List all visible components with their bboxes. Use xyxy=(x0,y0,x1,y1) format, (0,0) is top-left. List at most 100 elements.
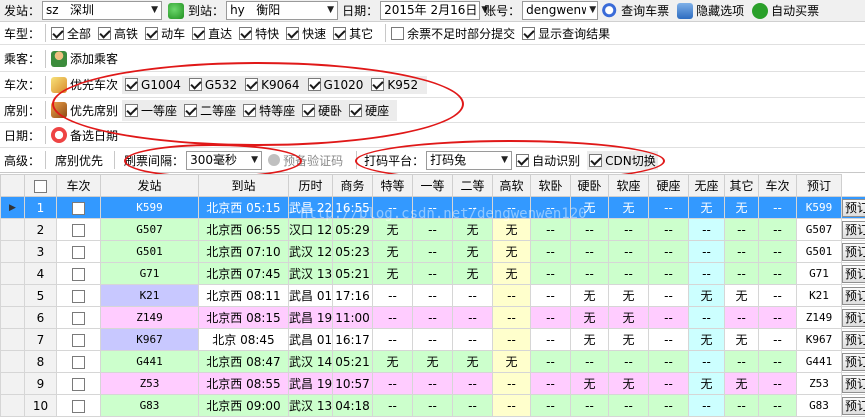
book-button[interactable]: 预订 xyxy=(842,264,865,283)
priority-train-checkbox[interactable]: K9064 xyxy=(245,78,300,92)
row-select[interactable] xyxy=(56,262,101,285)
table-row[interactable]: 7K967北京 08:45武昌 01:0216:17----------无无--… xyxy=(0,328,865,351)
checkbox[interactable] xyxy=(307,78,321,91)
priority-seat-checkbox[interactable]: 特等座 xyxy=(243,102,295,119)
checkbox[interactable] xyxy=(72,355,85,369)
book-button[interactable]: 预订 xyxy=(842,374,865,393)
table-row[interactable]: 10G83北京西 09:00武汉 13:1804:18-------------… xyxy=(0,394,865,417)
priority-train-checkbox[interactable]: G532 xyxy=(188,78,237,92)
checkbox[interactable] xyxy=(72,333,85,347)
table-row[interactable]: ▶1K599北京西 05:15武昌 22:1016:55----------无无… xyxy=(0,196,865,219)
auto-recognize-checkbox[interactable]: 自动识别 xyxy=(516,152,580,169)
checkbox[interactable] xyxy=(51,26,65,40)
column-header[interactable]: 预订 xyxy=(796,174,842,197)
book-cell[interactable]: 预订 xyxy=(841,262,865,285)
hide-options-button[interactable]: 隐藏选项 xyxy=(677,2,744,19)
train-type-checkbox[interactable]: 动车 xyxy=(145,25,185,42)
chevron-down-icon[interactable]: ▼ xyxy=(327,2,334,19)
column-header[interactable]: 到站 xyxy=(198,174,289,197)
column-header[interactable]: 特等 xyxy=(372,174,413,197)
priority-seat-checkbox[interactable]: 二等座 xyxy=(184,102,236,119)
priority-seat-checkbox[interactable]: 硬座 xyxy=(349,102,389,119)
column-header[interactable]: 商务 xyxy=(332,174,373,197)
chevron-down-icon[interactable]: ▼ xyxy=(589,2,596,19)
checkbox[interactable] xyxy=(72,201,85,215)
column-header[interactable]: 软座 xyxy=(608,174,649,197)
checkbox[interactable] xyxy=(349,103,363,117)
checkbox[interactable] xyxy=(243,103,257,117)
captcha-button[interactable]: 预备验证码 xyxy=(268,152,343,169)
checkbox[interactable] xyxy=(184,103,198,117)
priority-train-checkbox[interactable]: G1004 xyxy=(125,78,181,92)
book-button[interactable]: 预订 xyxy=(842,286,865,305)
checkbox[interactable] xyxy=(34,179,47,193)
checkbox[interactable] xyxy=(188,78,202,91)
book-button[interactable]: 预订 xyxy=(842,396,865,415)
train-type-checkbox[interactable]: 高铁 xyxy=(98,25,138,42)
checkbox[interactable] xyxy=(371,78,385,91)
priority-train-checkbox[interactable]: G1020 xyxy=(307,78,363,92)
priority-train-button[interactable]: 优先车次 xyxy=(51,76,118,93)
row-select[interactable] xyxy=(56,218,101,241)
checkbox[interactable] xyxy=(589,153,603,167)
column-header[interactable]: 一等 xyxy=(412,174,453,197)
column-header[interactable]: 车次 xyxy=(56,174,101,197)
row-select[interactable] xyxy=(56,372,101,395)
row-select[interactable] xyxy=(56,284,101,307)
checkbox[interactable] xyxy=(286,26,300,40)
checkbox[interactable] xyxy=(302,103,316,117)
refresh-interval-dropdown[interactable]: 300毫秒 ▼ xyxy=(186,150,263,170)
book-cell[interactable]: 预订 xyxy=(841,196,865,219)
chevron-down-icon[interactable]: ▼ xyxy=(501,152,508,169)
table-row[interactable]: 3G501北京西 07:10武汉 12:3305:23无--无无--------… xyxy=(0,240,865,263)
book-cell[interactable]: 预订 xyxy=(841,328,865,351)
column-header[interactable]: 硬卧 xyxy=(570,174,609,197)
cdn-switch-checkbox[interactable]: CDN切换 xyxy=(587,150,658,170)
swap-icon[interactable] xyxy=(168,2,185,19)
chevron-down-icon[interactable]: ▼ xyxy=(151,2,158,19)
table-row[interactable]: 5K21北京西 08:11武昌 01:2717:16----------无无--… xyxy=(0,284,865,307)
column-header[interactable]: 历时 xyxy=(288,174,333,197)
row-select[interactable] xyxy=(56,196,101,219)
checkbox[interactable] xyxy=(333,26,347,40)
book-button[interactable]: 预订 xyxy=(842,308,865,327)
backup-dates-button[interactable]: 备选日期 xyxy=(51,127,118,144)
table-row[interactable]: 8G441北京西 08:47武汉 14:0805:21无无无无---------… xyxy=(0,350,865,373)
book-button[interactable]: 预订 xyxy=(842,330,865,349)
column-header[interactable]: 车次 xyxy=(758,174,797,197)
checkbox[interactable] xyxy=(72,245,85,259)
checkbox[interactable] xyxy=(125,103,139,117)
book-cell[interactable]: 预订 xyxy=(841,240,865,263)
book-button[interactable]: 预订 xyxy=(842,198,865,217)
date-picker[interactable]: 2015年 2月16日 ▼ xyxy=(380,1,488,20)
checkbox[interactable] xyxy=(516,153,530,167)
show-results-checkbox[interactable]: 显示查询结果 xyxy=(522,25,610,42)
book-cell[interactable]: 预订 xyxy=(841,218,865,241)
checkbox[interactable] xyxy=(391,26,405,40)
book-cell[interactable]: 预订 xyxy=(841,284,865,307)
checkbox[interactable] xyxy=(72,399,85,413)
book-cell[interactable]: 预订 xyxy=(841,394,865,417)
query-tickets-button[interactable]: 查询车票 xyxy=(602,2,669,19)
checkbox[interactable] xyxy=(522,26,536,40)
train-type-checkbox[interactable]: 特快 xyxy=(239,25,279,42)
column-header[interactable]: 硬座 xyxy=(648,174,689,197)
train-type-checkbox[interactable]: 其它 xyxy=(333,25,373,42)
checkbox[interactable] xyxy=(239,26,253,40)
checkbox[interactable] xyxy=(72,223,85,237)
table-row[interactable]: 4G71北京西 07:45武汉 13:0605:21无--无无---------… xyxy=(0,262,865,285)
book-button[interactable]: 预订 xyxy=(842,242,865,261)
to-station-dropdown[interactable]: hy 衡阳 ▼ xyxy=(226,1,339,20)
checkbox[interactable] xyxy=(98,26,112,40)
checkbox[interactable] xyxy=(72,267,85,281)
from-station-dropdown[interactable]: sz 深圳 ▼ xyxy=(42,1,163,20)
table-row[interactable]: 9Z53北京西 08:55武昌 19:5210:57----------无无--… xyxy=(0,372,865,395)
column-header[interactable]: 软卧 xyxy=(530,174,571,197)
row-select[interactable] xyxy=(56,328,101,351)
partial-submit-checkbox[interactable]: 余票不足时部分提交 xyxy=(391,25,515,42)
book-cell[interactable]: 预订 xyxy=(841,306,865,329)
priority-seat-button[interactable]: 优先席别 xyxy=(51,102,118,119)
row-select[interactable] xyxy=(56,306,101,329)
add-passenger-button[interactable]: 添加乘客 xyxy=(51,50,118,67)
train-type-checkbox[interactable]: 全部 xyxy=(51,25,91,42)
